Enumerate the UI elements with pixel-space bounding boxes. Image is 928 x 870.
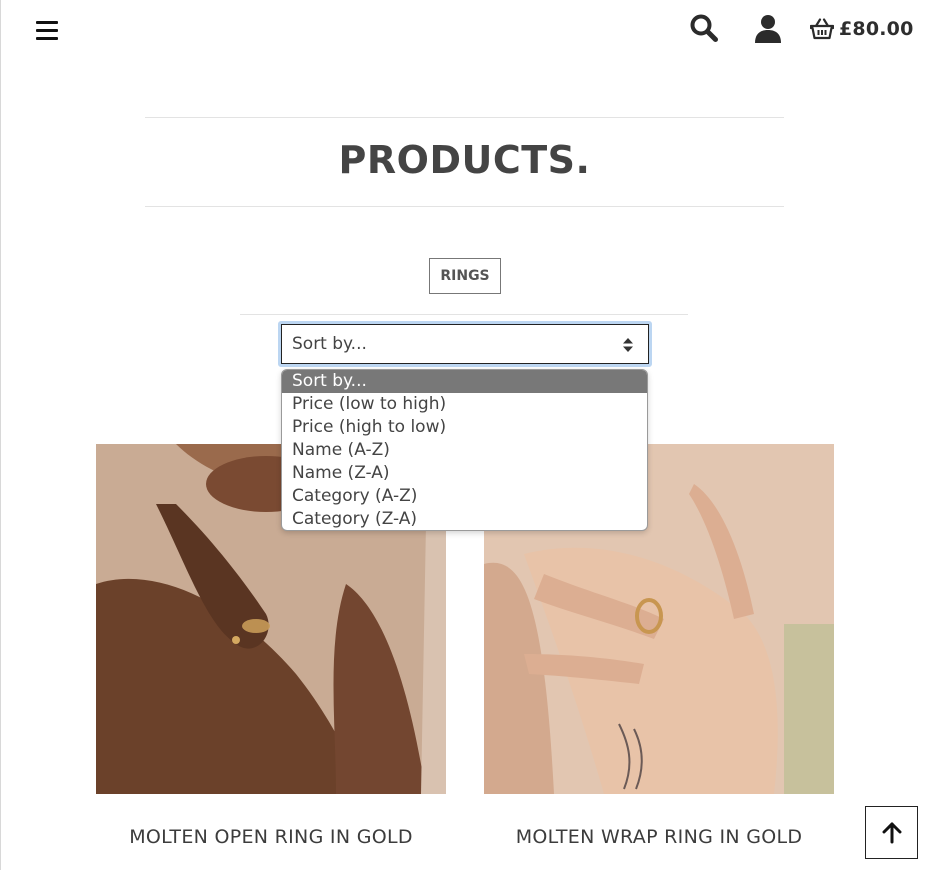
category-tag-rings[interactable]: RINGS xyxy=(429,258,501,294)
basket-button[interactable]: £80.00 xyxy=(809,16,914,42)
sort-option-category-desc[interactable]: Category (Z-A) xyxy=(282,508,647,530)
sort-option-price-asc[interactable]: Price (low to high) xyxy=(282,393,647,416)
arrow-up-icon xyxy=(882,822,901,843)
filter-divider xyxy=(240,314,688,315)
title-bottom-divider xyxy=(145,206,784,207)
sort-select-value: Sort by... xyxy=(292,334,367,354)
hamburger-icon[interactable] xyxy=(36,21,58,41)
select-arrows-icon xyxy=(622,337,634,353)
page-title: PRODUCTS. xyxy=(338,138,591,182)
sort-dropdown-list: Sort by... Price (low to high) Price (hi… xyxy=(281,369,648,531)
product-name[interactable]: MOLTEN WRAP RING IN GOLD xyxy=(484,826,834,848)
sort-option-name-asc[interactable]: Name (A-Z) xyxy=(282,439,647,462)
sort-option-category-asc[interactable]: Category (A-Z) xyxy=(282,485,647,508)
sort-option-default[interactable]: Sort by... xyxy=(282,370,647,393)
search-icon[interactable] xyxy=(689,13,719,43)
product-name[interactable]: MOLTEN OPEN RING IN GOLD xyxy=(96,826,446,848)
sort-option-price-desc[interactable]: Price (high to low) xyxy=(282,416,647,439)
basket-total: £80.00 xyxy=(839,18,914,40)
sort-select[interactable]: Sort by... xyxy=(278,321,652,367)
basket-icon xyxy=(809,18,835,40)
sort-option-name-desc[interactable]: Name (Z-A) xyxy=(282,462,647,485)
user-icon[interactable] xyxy=(754,14,782,44)
sort-select-box[interactable]: Sort by... xyxy=(281,324,649,364)
back-to-top-button[interactable] xyxy=(865,806,918,859)
title-top-divider xyxy=(145,117,784,118)
